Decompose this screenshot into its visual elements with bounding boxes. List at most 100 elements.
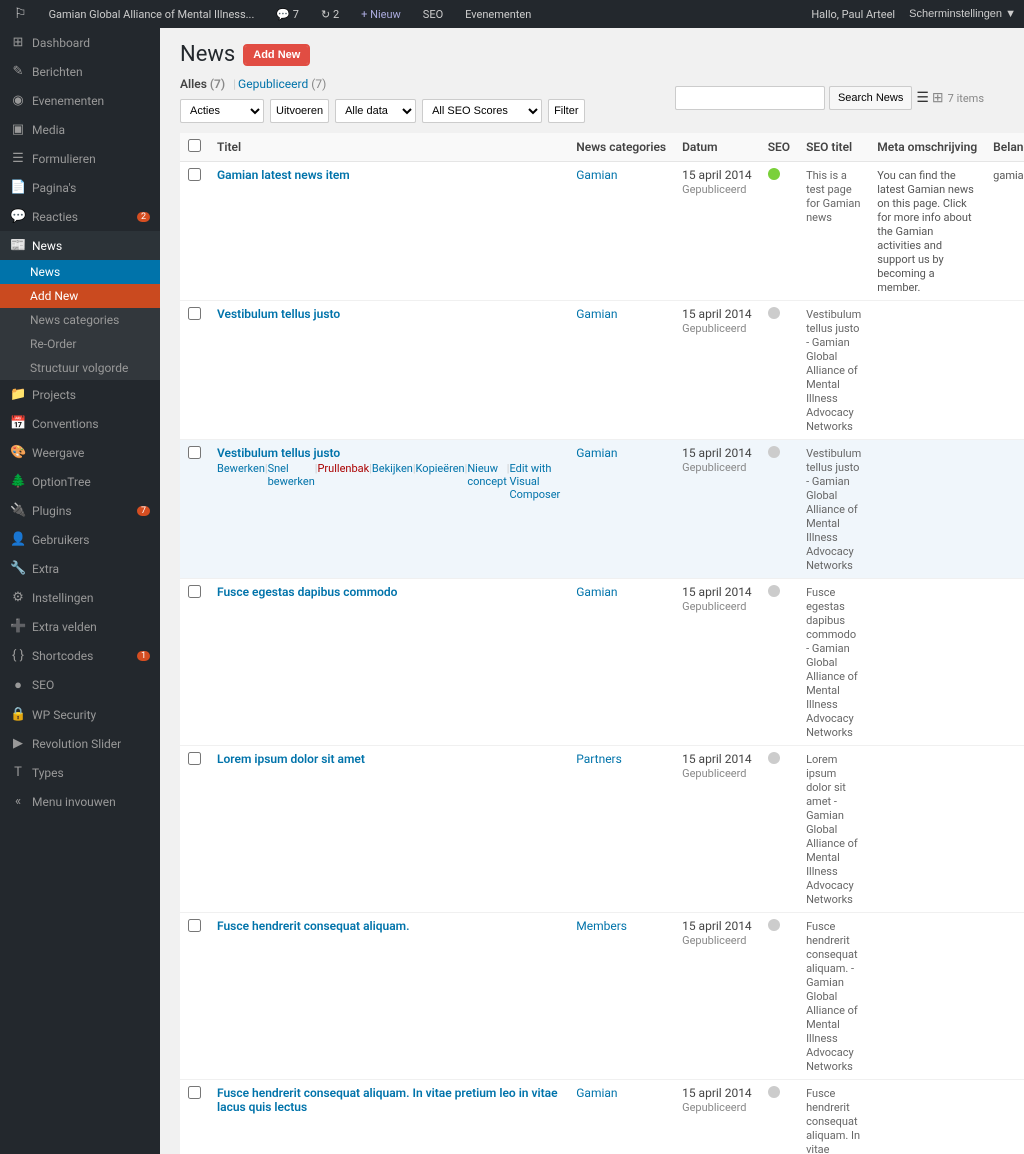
list-view-icon[interactable]: ☰ xyxy=(916,90,929,106)
seo-cell xyxy=(760,301,798,440)
category-link[interactable]: Gamian xyxy=(576,168,617,182)
sidebar-item-extra[interactable]: 🔧 Extra xyxy=(0,554,160,583)
row-checkbox[interactable] xyxy=(188,446,201,459)
submenu-add-new[interactable]: Add New xyxy=(0,284,160,308)
sidebar-item-types[interactable]: T Types xyxy=(0,758,160,787)
news-icon: 📰 xyxy=(10,238,26,253)
row-checkbox-cell xyxy=(180,746,209,913)
date-filter-select[interactable]: Alle data april 2014 xyxy=(335,99,416,123)
sidebar-item-evenementen[interactable]: ◉ Evenementen xyxy=(0,86,160,115)
seo-cell xyxy=(760,440,798,579)
post-title-link[interactable]: Fusce egestas dapibus commodo xyxy=(217,585,397,599)
submenu-news-main[interactable]: News xyxy=(0,260,160,284)
dashboard-icon: ⊞ xyxy=(10,35,26,50)
comments-count[interactable]: 💬 7 xyxy=(270,8,305,21)
updates-count[interactable]: ↻ 2 xyxy=(315,8,345,21)
sidebar-item-conventions[interactable]: 📅 Conventions xyxy=(0,409,160,438)
nieuw-concept-link[interactable]: Nieuw concept xyxy=(467,462,506,501)
sidebar-item-wp-security[interactable]: 🔒 WP Security xyxy=(0,700,160,729)
sidebar-item-reacties[interactable]: 💬 Reacties 2 xyxy=(0,202,160,231)
sidebar-item-weergave[interactable]: 🎨 Weergave xyxy=(0,438,160,467)
sidebar-item-projects[interactable]: 📁 Projects xyxy=(0,380,160,409)
add-new-button[interactable]: Add New xyxy=(245,46,308,64)
sidebar-item-rev-slider[interactable]: ▶ Revolution Slider xyxy=(0,729,160,758)
sidebar-item-label: WP Security xyxy=(32,708,96,722)
post-title-link[interactable]: Vestibulum tellus justo xyxy=(217,307,340,321)
post-title-link[interactable]: Vestibulum tellus justo xyxy=(217,446,340,460)
seo-bar-item[interactable]: SEO xyxy=(417,8,449,21)
submenu-structuur[interactable]: Structuur volgorde xyxy=(0,356,160,380)
date-cell: 15 april 2014Gepubliceerd xyxy=(674,162,760,301)
seo-title-text: Vestibulum tellus justo - Gamian Global … xyxy=(806,308,861,433)
post-title-link[interactable]: Fusce hendrerit consequat aliquam. In vi… xyxy=(217,1086,558,1114)
date-cell: 15 april 2014Gepubliceerd xyxy=(674,913,760,1080)
media-icon: ▣ xyxy=(10,122,26,137)
grid-view-icon[interactable]: ⊞ xyxy=(932,90,944,106)
snel-bewerken-link[interactable]: Snel bewerken xyxy=(268,462,315,501)
wp-logo[interactable]: ⚐ xyxy=(8,6,33,22)
site-name[interactable]: Gamian Global Alliance of Mental Illness… xyxy=(43,8,261,21)
category-cell: Gamian xyxy=(568,579,674,746)
sidebar-item-extra-velden[interactable]: ➕ Extra velden xyxy=(0,612,160,641)
sidebar-item-label: Projects xyxy=(32,388,76,402)
prullenbak-link[interactable]: Prullenbak xyxy=(317,462,369,501)
datum-header[interactable]: Datum xyxy=(674,133,760,162)
search-news-button[interactable]: Search News xyxy=(829,86,912,110)
keyword-cell xyxy=(985,579,1024,746)
seo-titel-header[interactable]: SEO titel xyxy=(798,133,869,162)
meta-header[interactable]: Meta omschrijving xyxy=(869,133,985,162)
new-content-btn[interactable]: + Nieuw xyxy=(355,8,407,21)
uitvoeren-button[interactable]: Uitvoeren xyxy=(270,99,329,123)
keyword-text: gamian xyxy=(993,169,1024,182)
titel-header[interactable]: Titel xyxy=(209,133,568,162)
tab-alles[interactable]: Alles (7) xyxy=(180,77,231,91)
category-link[interactable]: Gamian xyxy=(576,446,617,460)
bewerken-link[interactable]: Bewerken xyxy=(217,462,265,501)
category-link[interactable]: Members xyxy=(576,919,627,933)
sidebar-item-formulieren[interactable]: ☰ Formulieren xyxy=(0,144,160,173)
sidebar-item-media[interactable]: ▣ Media xyxy=(0,115,160,144)
row-checkbox[interactable] xyxy=(188,752,201,765)
tab-gepubliceerd[interactable]: Gepubliceerd (7) xyxy=(238,77,332,91)
screen-settings-btn[interactable]: Scherminstellingen ▼ xyxy=(909,8,1016,20)
bekijken-link[interactable]: Bekijken xyxy=(372,462,413,501)
category-link[interactable]: Gamian xyxy=(576,307,617,321)
category-link[interactable]: Gamian xyxy=(576,1086,617,1100)
post-title-link[interactable]: Fusce hendrerit consequat aliquam. xyxy=(217,919,410,933)
sidebar-item-berichten[interactable]: ✎ Berichten xyxy=(0,57,160,86)
row-checkbox[interactable] xyxy=(188,307,201,320)
row-checkbox[interactable] xyxy=(188,585,201,598)
sidebar-item-menu-invouwen[interactable]: « Menu invouwen xyxy=(0,787,160,816)
sidebar-item-gebruikers[interactable]: 👤 Gebruikers xyxy=(0,525,160,554)
row-checkbox[interactable] xyxy=(188,1086,201,1099)
sidebar-item-news[interactable]: 📰 News xyxy=(0,231,160,260)
sidebar-item-instellingen[interactable]: ⚙ Instellingen xyxy=(0,583,160,612)
acties-select[interactable]: Acties Bewerken Prullenbak xyxy=(180,99,264,123)
keyword-header[interactable]: Belangrijkste zoekwoord xyxy=(985,133,1024,162)
category-link[interactable]: Gamian xyxy=(576,585,617,599)
seo-filter-select[interactable]: All SEO Scores Good OK Bad No focus keyw… xyxy=(422,99,542,123)
submenu-news-categories[interactable]: News categories xyxy=(0,308,160,332)
submenu-re-order[interactable]: Re-Order xyxy=(0,332,160,356)
post-title-link[interactable]: Gamian latest news item xyxy=(217,168,350,182)
sidebar-item-plugins[interactable]: 🔌 Plugins 7 xyxy=(0,496,160,525)
row-checkbox[interactable] xyxy=(188,168,201,181)
categories-header[interactable]: News categories xyxy=(568,133,674,162)
post-title-link[interactable]: Lorem ipsum dolor sit amet xyxy=(217,752,365,766)
seo-header[interactable]: SEO xyxy=(760,133,798,162)
category-link[interactable]: Partners xyxy=(576,752,622,766)
sidebar-item-shortcodes[interactable]: { } Shortcodes 1 xyxy=(0,641,160,670)
sidebar-item-seo[interactable]: ● SEO xyxy=(0,670,160,700)
row-checkbox[interactable] xyxy=(188,919,201,932)
meta-desc-cell xyxy=(869,1080,985,1154)
events-bar-item[interactable]: Evenementen xyxy=(459,8,537,21)
filter-button[interactable]: Filter xyxy=(548,99,584,123)
seo-title-cell: Fusce hendrerit consequat aliquam. In vi… xyxy=(798,1080,869,1154)
sidebar-item-paginas[interactable]: 📄 Pagina's xyxy=(0,173,160,202)
sidebar-item-optiontree[interactable]: 🌲 OptionTree xyxy=(0,467,160,496)
search-input[interactable] xyxy=(675,86,825,110)
kopieren-link[interactable]: Kopieëren xyxy=(416,462,465,501)
sidebar-item-dashboard[interactable]: ⊞ Dashboard xyxy=(0,28,160,57)
select-all-checkbox[interactable] xyxy=(188,139,201,152)
edit-vc-link[interactable]: Edit with Visual Composer xyxy=(509,462,560,501)
